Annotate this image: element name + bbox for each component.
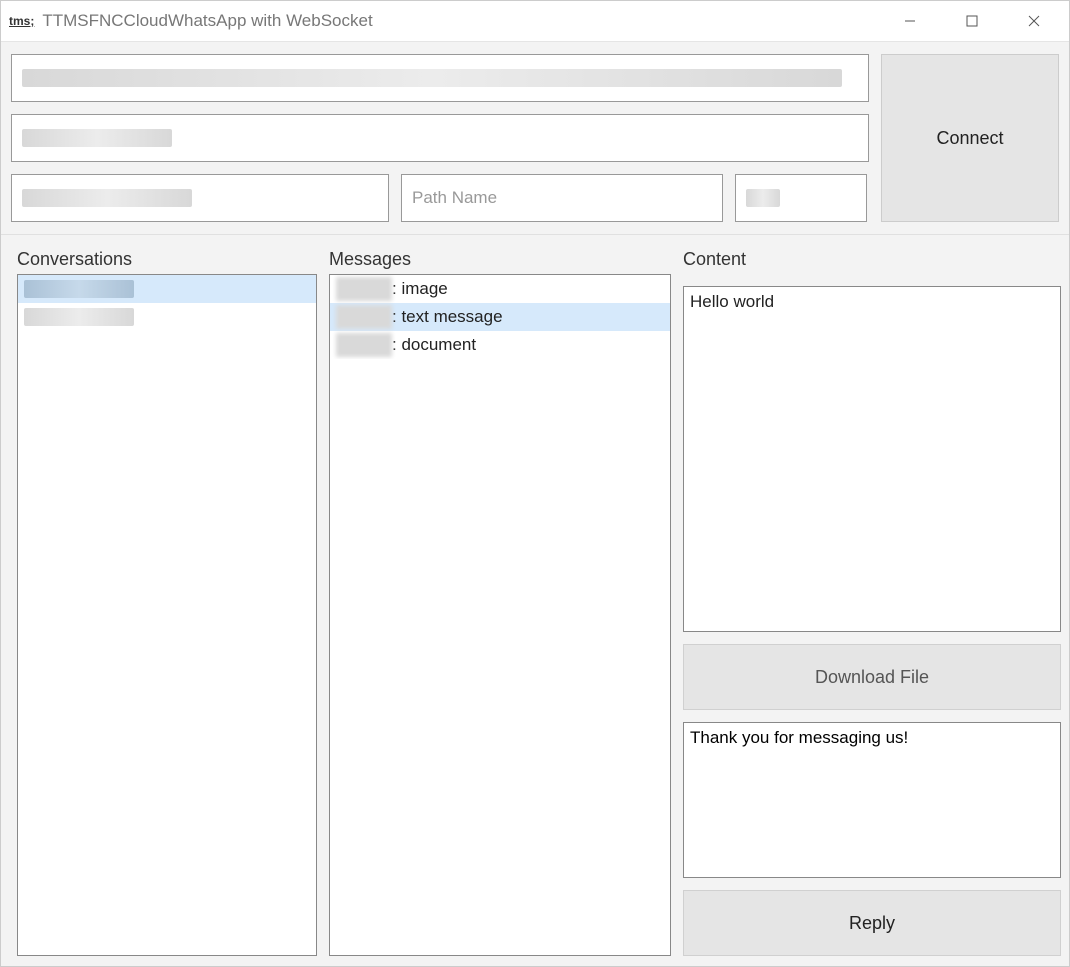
path-name-input[interactable] xyxy=(401,174,723,222)
messages-list[interactable]: : image: text message: document xyxy=(329,274,671,956)
app-window: tms; TTMSFNCCloudWhatsApp with WebSocket xyxy=(0,0,1070,967)
conversation-item[interactable] xyxy=(18,303,316,331)
minimize-button[interactable] xyxy=(879,1,941,41)
conversation-item[interactable] xyxy=(18,275,316,303)
connect-button[interactable]: Connect xyxy=(881,54,1059,222)
field-token[interactable] xyxy=(11,54,869,102)
conversations-label: Conversations xyxy=(17,249,317,270)
window-title: TTMSFNCCloudWhatsApp with WebSocket xyxy=(42,11,879,31)
conversations-column: Conversations xyxy=(17,249,317,956)
app-icon: tms; xyxy=(9,14,34,28)
field-phone-id[interactable] xyxy=(11,114,869,162)
main-panel: Conversations Messages : image: text mes… xyxy=(1,235,1069,966)
field-c[interactable] xyxy=(11,174,389,222)
download-file-button[interactable]: Download File xyxy=(683,644,1061,710)
messages-column: Messages : image: text message: document xyxy=(329,249,671,956)
title-bar: tms; TTMSFNCCloudWhatsApp with WebSocket xyxy=(1,1,1069,42)
messages-label: Messages xyxy=(329,249,671,270)
client-area: Connect Conversations Messages : image: … xyxy=(1,42,1069,966)
message-item[interactable]: : document xyxy=(330,331,670,359)
close-button[interactable] xyxy=(1003,1,1065,41)
window-controls xyxy=(879,1,1065,41)
field-e[interactable] xyxy=(735,174,867,222)
maximize-button[interactable] xyxy=(941,1,1003,41)
reply-input[interactable] xyxy=(683,722,1061,878)
conversations-list[interactable] xyxy=(17,274,317,956)
content-view: Hello world xyxy=(683,286,1061,632)
content-column: Content Hello world Download File Reply xyxy=(683,249,1061,956)
reply-button[interactable]: Reply xyxy=(683,890,1061,956)
message-item[interactable]: : text message xyxy=(330,303,670,331)
connection-panel: Connect xyxy=(1,42,1069,235)
content-label: Content xyxy=(683,249,1061,270)
message-item[interactable]: : image xyxy=(330,275,670,303)
